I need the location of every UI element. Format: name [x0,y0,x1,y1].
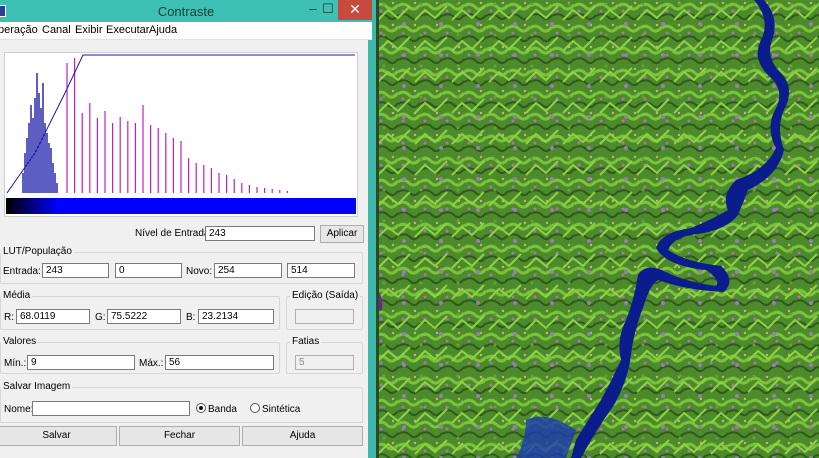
fechar-button[interactable]: Fechar [119,426,240,446]
lut-entrada-input[interactable]: 243 [42,263,109,278]
contraste-dialog: Contraste ‒ ☐ ✕ peração Canal Exibir Exe… [0,0,372,458]
g-input[interactable]: 75.5222 [107,309,181,324]
edicao-input[interactable] [295,309,354,324]
histogram-bars [22,58,288,193]
sintetica-label: Sintética [262,404,301,415]
sintetica-radio[interactable] [250,403,260,413]
nome-input[interactable] [32,401,190,416]
maximize-button[interactable]: ☐ [316,0,340,20]
banda-label: Banda [208,404,237,415]
menu-canal[interactable]: Canal [42,24,71,36]
menu-operacao[interactable]: peração [0,24,38,36]
nivel-entrada-label: Nível de Entrada: [135,228,213,239]
menu-bar: peração Canal Exibir Executar Ajuda [0,22,372,40]
max-label: Máx.: [139,358,164,369]
banda-radio[interactable] [196,403,206,413]
novo-pop-input[interactable]: 514 [287,263,355,278]
r-label: R: [4,312,14,323]
aplicar-button[interactable]: Aplicar [320,225,364,243]
valores-group-label: Valores [1,336,39,347]
b-label: B: [186,312,196,323]
novo-input[interactable]: 254 [214,263,282,278]
histogram-chart[interactable] [5,53,357,216]
lut-group-label: LUT/População [1,246,74,257]
satellite-image-canvas [376,0,819,458]
lut-pop-input[interactable]: 0 [115,263,182,278]
histogram-panel[interactable] [4,52,358,217]
fatias-input[interactable]: 5 [295,355,354,370]
lut-entrada-label: Entrada: [3,266,41,277]
menu-exibir[interactable]: Exibir [75,24,103,36]
g-label: G: [95,312,106,323]
novo-label: Novo: [186,266,213,277]
max-input[interactable]: 56 [165,355,274,370]
ajuda-button[interactable]: Ajuda [242,426,363,446]
salvar-imagem-group-label: Salvar Imagem [1,381,73,392]
output-gradient-bar [6,198,356,214]
r-input[interactable]: 68.0119 [16,309,90,324]
satellite-image[interactable] [376,0,819,458]
salvar-button[interactable]: Salvar [0,426,117,446]
close-button[interactable]: ✕ [338,0,372,20]
fatias-group-label: Fatias [290,336,322,347]
min-input[interactable]: 9 [27,355,135,370]
menu-executar[interactable]: Executar [106,24,149,36]
min-label: Mín.: [4,358,27,369]
menu-ajuda[interactable]: Ajuda [149,24,177,36]
edicao-group-label: Edição (Saída) [290,290,361,301]
b-input[interactable]: 23.2134 [198,309,274,324]
media-group-label: Média [1,290,33,301]
nivel-entrada-input[interactable]: 243 [205,226,315,241]
nome-label: Nome: [4,404,34,415]
title-bar[interactable]: Contraste ‒ ☐ ✕ [0,0,372,22]
